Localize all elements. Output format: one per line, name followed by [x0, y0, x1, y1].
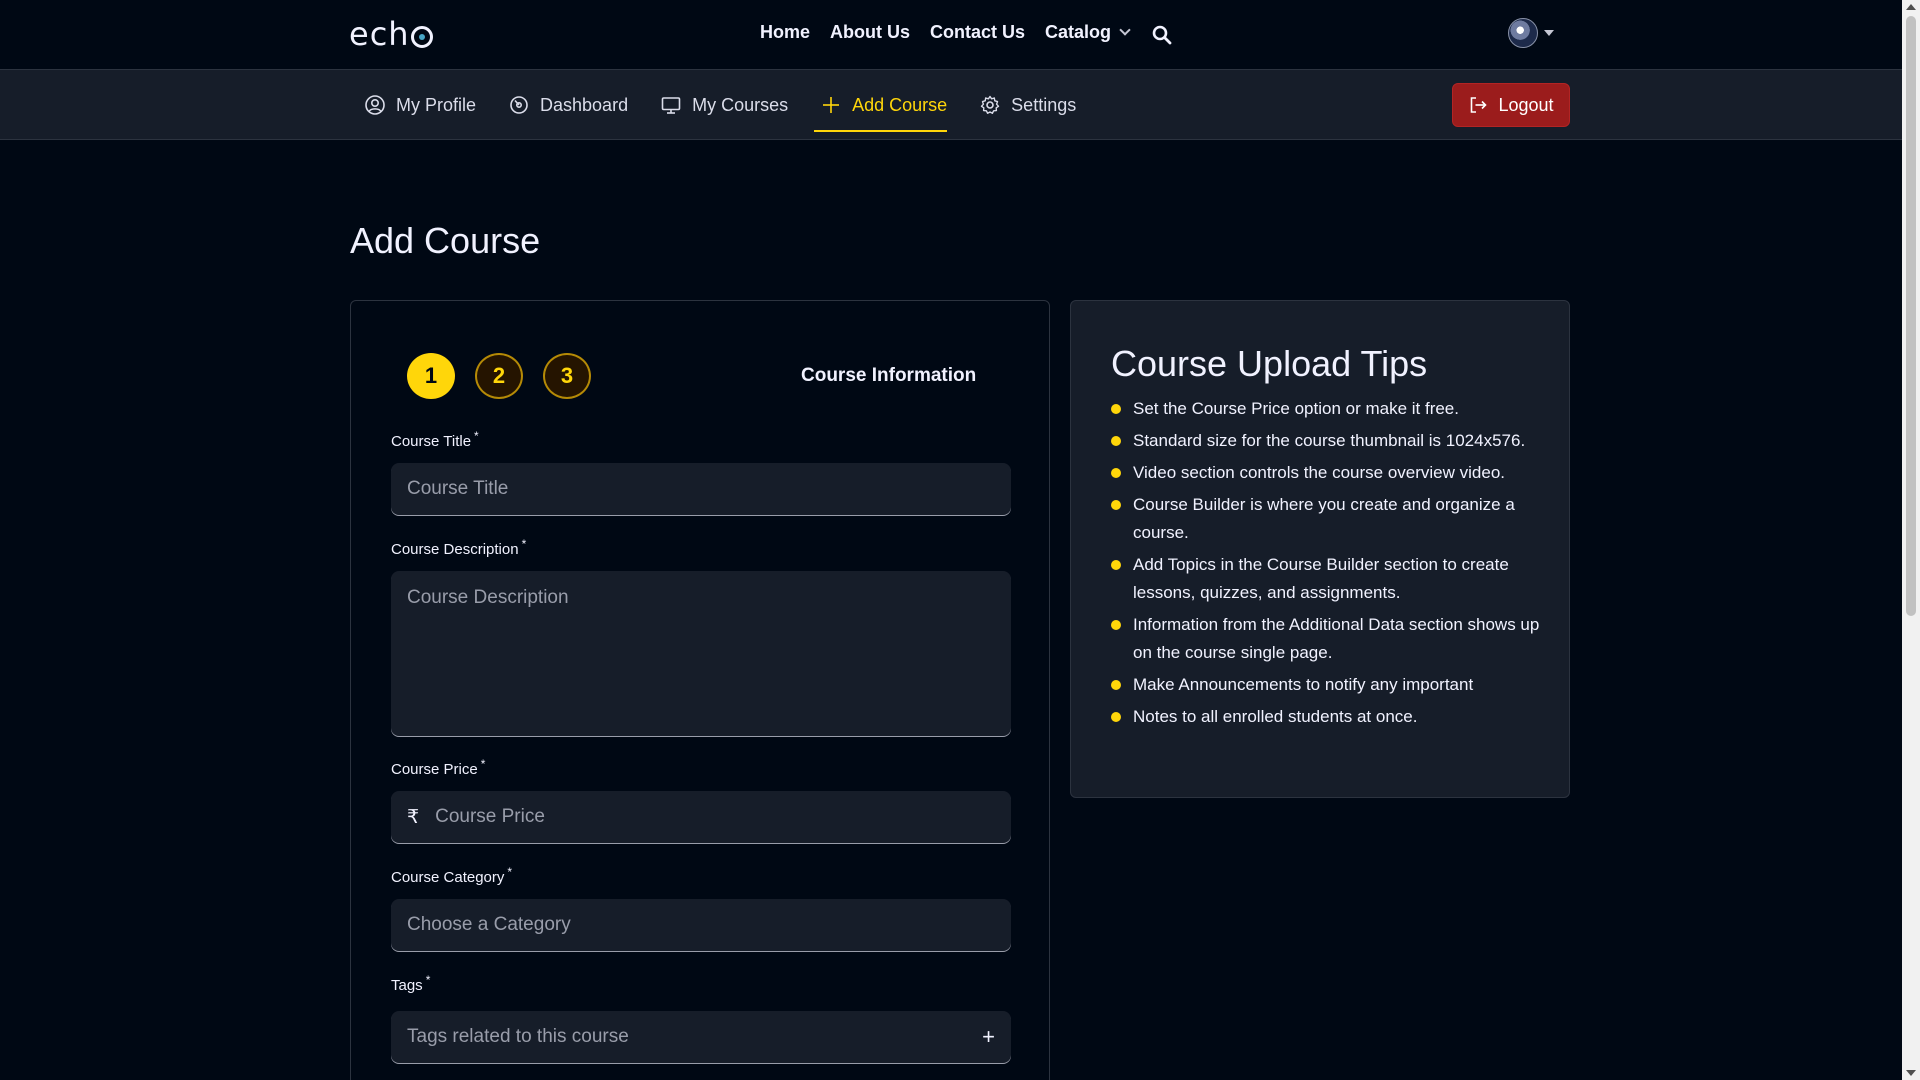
subnav-label: Settings [1011, 94, 1077, 115]
tip-item: Notes to all enrolled students at once. [1111, 703, 1541, 731]
subnav-label: My Courses [692, 94, 789, 115]
step-title: Course Information [801, 365, 977, 386]
course-category-placeholder: Choose a Category [407, 914, 571, 935]
echo-logo[interactable]: ech [349, 14, 433, 54]
step-1[interactable]: 1 [407, 353, 455, 399]
dashboard-icon [510, 96, 528, 114]
top-navbar: ech Home About Us Contact Us Catalog [0, 0, 1902, 70]
page-title: Add Course [350, 220, 541, 261]
monitor-icon [661, 97, 681, 114]
course-category-label: Course Category * [391, 865, 512, 886]
subnav-item-dashboard[interactable]: Dashboard [508, 76, 628, 134]
tip-item: Standard size for the course thumbnail i… [1111, 427, 1541, 455]
tip-item: Information from the Additional Data sec… [1111, 611, 1541, 667]
tip-item: Set the Course Price option or make it f… [1111, 395, 1541, 423]
course-title-input[interactable]: Course Title [391, 463, 1011, 515]
course-description-textarea[interactable]: Course Description [391, 571, 1011, 736]
nav-catalog-label: Catalog [1045, 22, 1112, 42]
logo-text: ech [349, 15, 410, 53]
tags-label: Tags * [391, 973, 430, 994]
required-mark: * [480, 757, 486, 771]
tags-input[interactable]: Tags related to this course + [391, 1011, 1011, 1063]
step-3[interactable]: 3 [543, 353, 591, 399]
tips-title: Course Upload Tips [1111, 343, 1428, 384]
subnav-item-my-courses[interactable]: My Courses [660, 76, 788, 134]
rupee-icon: ₹ [407, 806, 420, 828]
nav-about[interactable]: About Us [830, 22, 910, 43]
tip-item: Add Topics in the Course Builder section… [1111, 551, 1541, 607]
nav-contact[interactable]: Contact Us [930, 22, 1025, 43]
course-description-label: Course Description * [391, 537, 526, 558]
scroll-down-icon[interactable] [1906, 1070, 1916, 1076]
logout-icon [1471, 97, 1488, 113]
logo-o-icon [410, 26, 433, 48]
required-mark: * [507, 865, 513, 879]
dashboard-subnav: My Profile Dashboard My Courses Add Cour… [0, 70, 1902, 140]
course-title-placeholder: Course Title [407, 478, 509, 499]
add-tag-icon[interactable]: + [982, 1024, 995, 1050]
nav-home[interactable]: Home [760, 22, 810, 43]
caret-down-icon [1544, 30, 1554, 36]
subnav-label: Add Course [852, 94, 948, 115]
course-upload-tips-card: Course Upload Tips Set the Course Price … [1070, 300, 1570, 798]
logout-label: Logout [1498, 94, 1554, 115]
subnav-label: My Profile [396, 94, 477, 115]
subnav-item-add-course[interactable]: Add Course [814, 76, 948, 134]
step-2[interactable]: 2 [475, 353, 523, 399]
required-mark: * [425, 973, 431, 987]
plus-icon [823, 97, 840, 113]
course-description-placeholder: Course Description [407, 587, 569, 608]
course-price-label: Course Price * [391, 757, 485, 778]
tags-placeholder: Tags related to this course [407, 1026, 629, 1047]
tip-item: Course Builder is where you create and o… [1111, 491, 1541, 547]
subnav-item-settings[interactable]: Settings [979, 76, 1076, 134]
page-scrollbar[interactable] [1902, 0, 1920, 1080]
course-price-placeholder: Course Price [435, 806, 545, 827]
avatar [1508, 18, 1538, 48]
course-title-label: Course Title * [391, 429, 479, 450]
label-text: Course Price [391, 761, 478, 778]
main-nav: Home About Us Contact Us Catalog [760, 22, 1131, 43]
scrollbar-thumb[interactable] [1906, 16, 1916, 616]
label-text: Tags [391, 977, 423, 994]
nav-catalog[interactable]: Catalog [1045, 22, 1131, 43]
profile-dropdown[interactable] [1508, 18, 1554, 48]
label-text: Course Description [391, 541, 519, 558]
course-category-select[interactable]: Choose a Category [391, 899, 1011, 951]
chevron-down-icon [1119, 24, 1131, 36]
user-circle-icon [365, 95, 385, 115]
scroll-up-icon[interactable] [1906, 4, 1916, 10]
step-indicator: 1 2 3 [407, 353, 591, 399]
course-form-card: 1 2 3 Course Information Course Title * C… [350, 300, 1050, 1080]
label-text: Course Category [391, 869, 505, 886]
course-price-input[interactable]: ₹ Course Price [391, 791, 1011, 843]
search-icon[interactable] [1152, 25, 1172, 45]
gear-icon [980, 95, 1000, 114]
required-mark: * [474, 429, 479, 443]
subnav-item-my-profile[interactable]: My Profile [364, 76, 476, 134]
label-text: Course Title [391, 433, 472, 450]
subnav-label: Dashboard [540, 94, 629, 115]
tips-list: Set the Course Price option or make it f… [1111, 395, 1541, 735]
tip-item: Make Announcements to notify any importa… [1111, 671, 1541, 699]
tip-item: Video section controls the course overvi… [1111, 459, 1541, 487]
required-mark: * [521, 537, 527, 551]
logout-button[interactable]: Logout [1452, 83, 1570, 127]
